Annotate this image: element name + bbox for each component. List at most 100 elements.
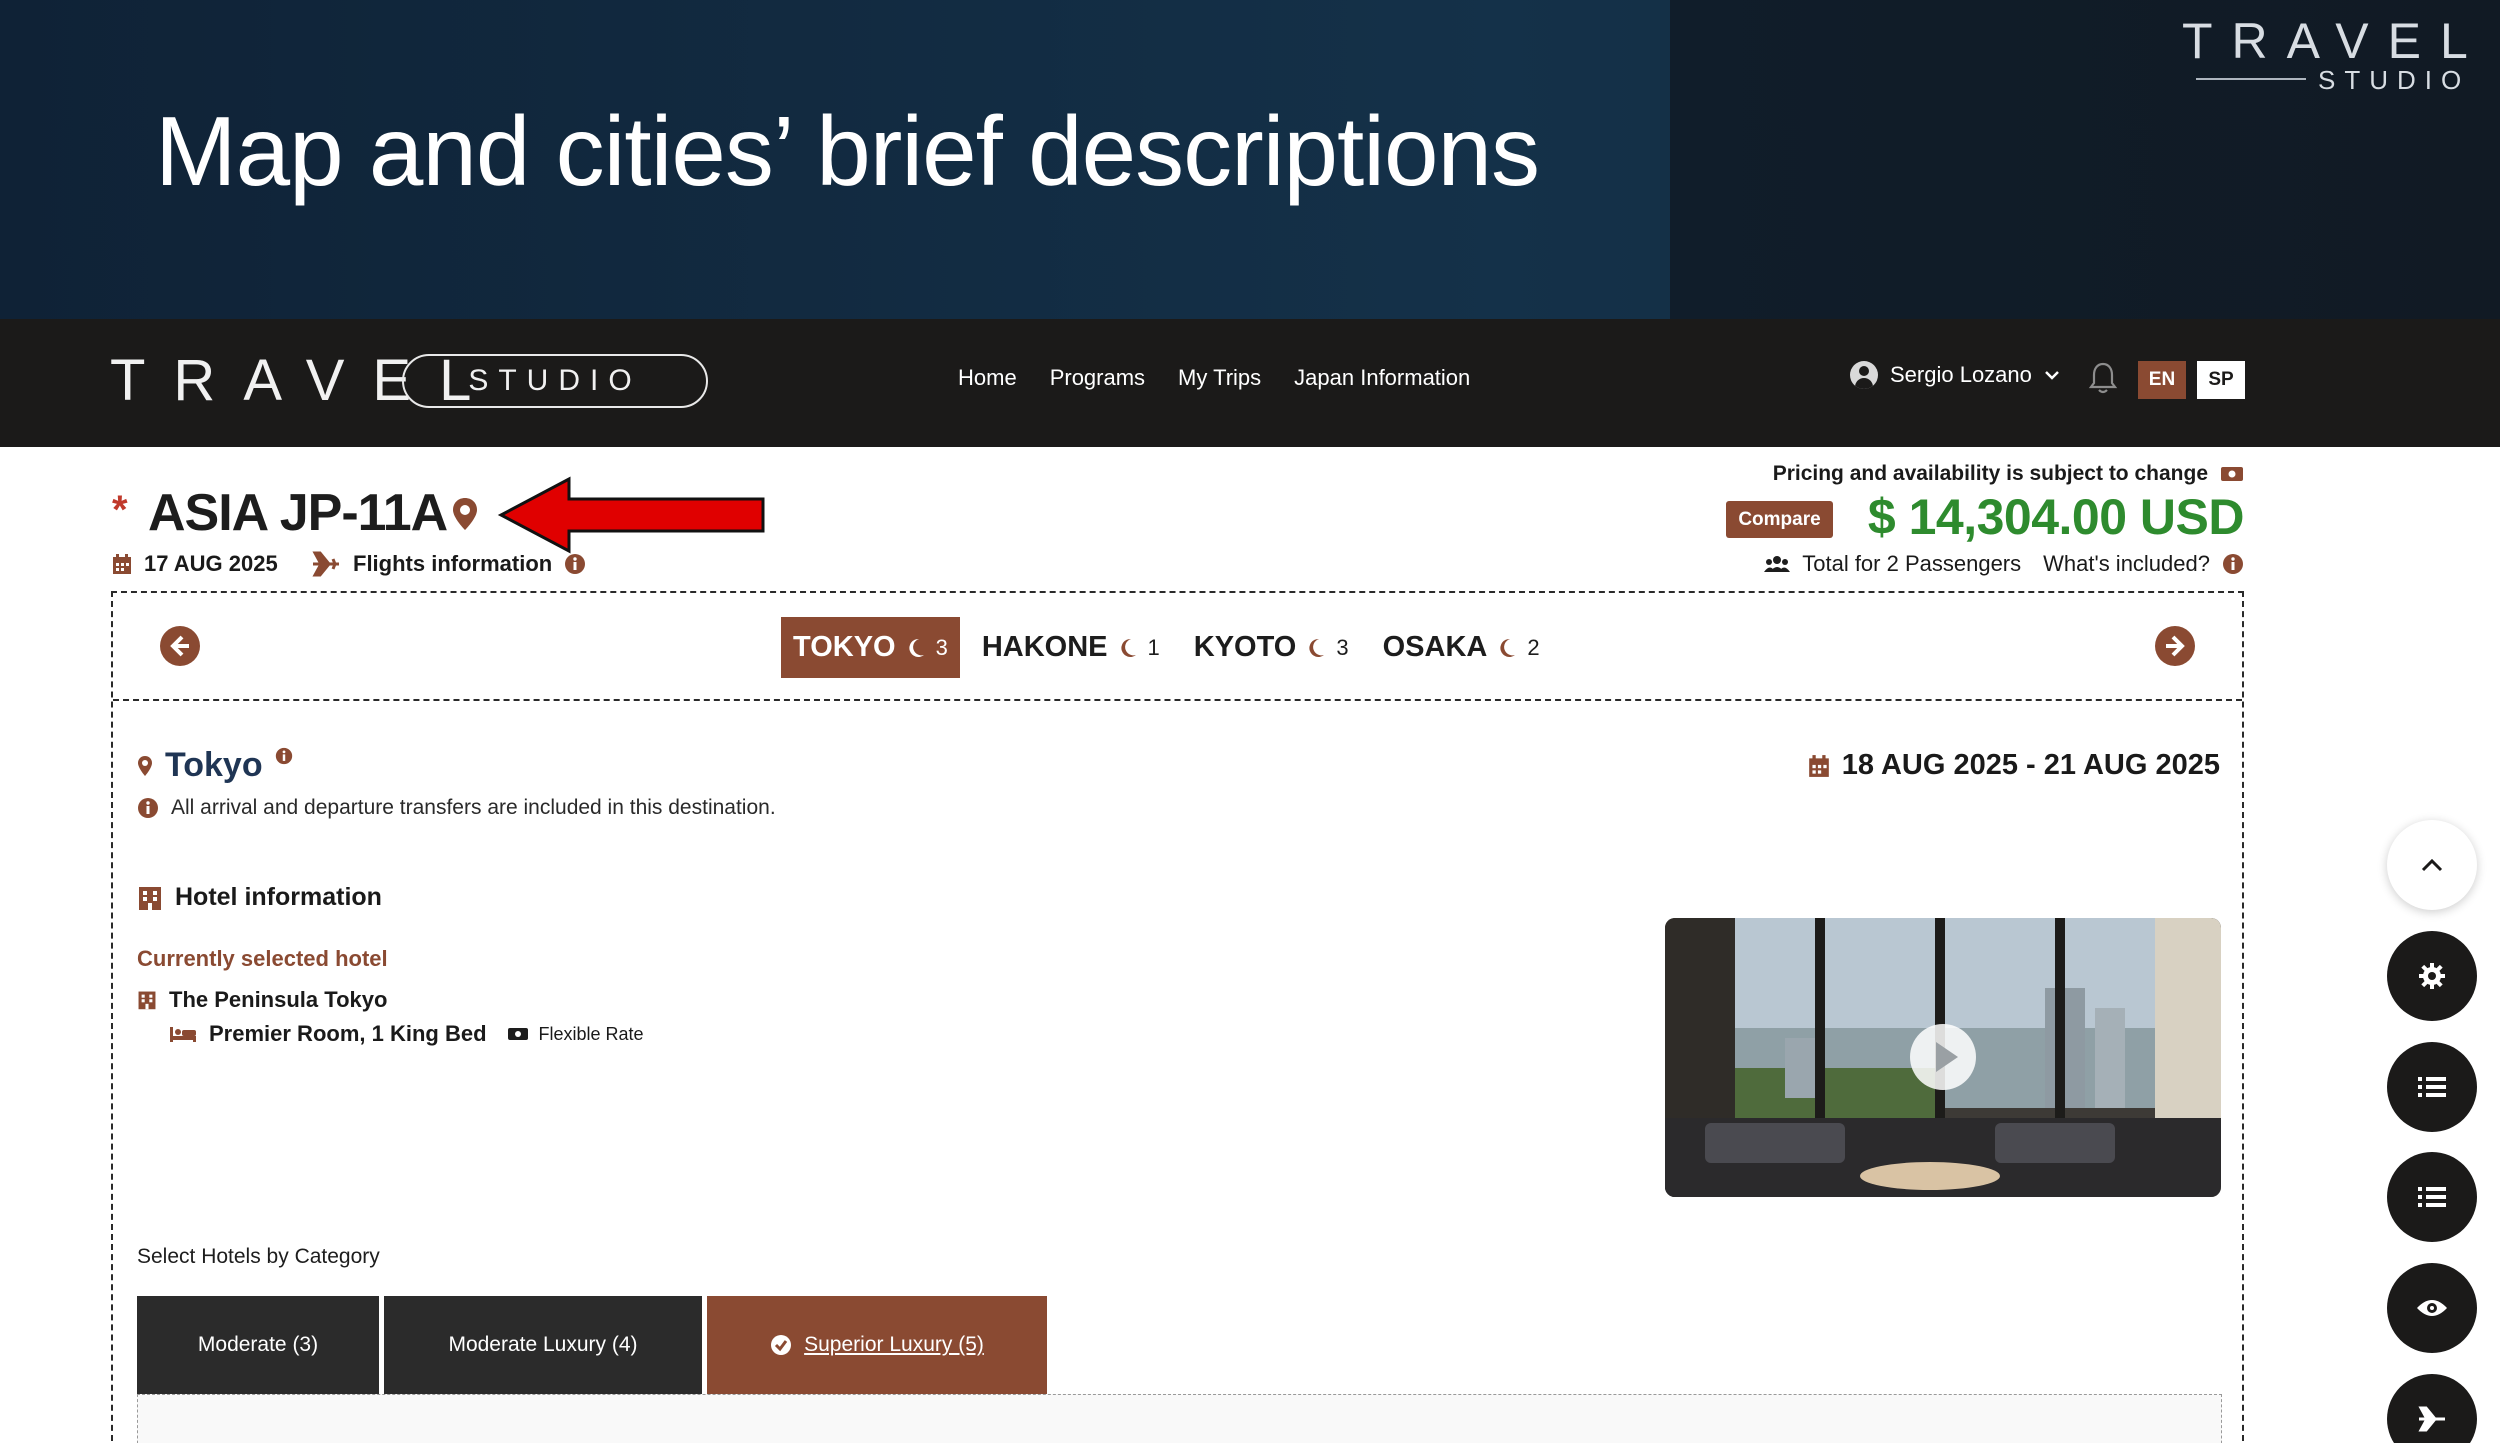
destination-tab-name: HAKONE: [981, 631, 1108, 663]
pricing-note: Pricing and availability is subject to c…: [1773, 462, 2244, 486]
hotel-name-row: The Peninsula Tokyo: [137, 987, 387, 1013]
destination-tabs-row: TOKYO 3 HAKONE 1 KYOTO 3 OSAKA 2: [113, 593, 2242, 701]
pricing-note-text: Pricing and availability is subject to c…: [1772, 462, 2208, 485]
rate-text: Flexible Rate: [538, 1023, 644, 1044]
lang-sp-button[interactable]: SP: [2197, 361, 2245, 399]
next-destination-button[interactable]: [2155, 626, 2195, 666]
category-tab-superior-luxury[interactable]: Superior Luxury (5): [707, 1296, 1047, 1394]
transfer-note-text: All arrival and departure transfers are …: [171, 796, 776, 819]
destination-tab-kyoto[interactable]: KYOTO 3: [1182, 617, 1361, 678]
date-range-text: 18 AUG 2025 - 21 AUG 2025: [1841, 749, 2220, 781]
flights-information-link[interactable]: Flights information: [311, 551, 586, 577]
details-list-button[interactable]: [2387, 1152, 2477, 1242]
moon-icon: [1309, 638, 1325, 657]
hotel-name: The Peninsula Tokyo: [169, 987, 388, 1012]
ticket-icon: [507, 1028, 528, 1040]
nav-link-my-trips[interactable]: My Trips: [1178, 365, 1261, 391]
compare-button[interactable]: Compare: [1726, 501, 1833, 538]
prev-destination-button[interactable]: [160, 626, 200, 666]
preview-button[interactable]: [2387, 1263, 2477, 1353]
trip-date-text: 17 AUG 2025: [144, 551, 278, 576]
passengers-text: Total for 2 Passengers: [1802, 551, 2022, 576]
destination-tab-osaka[interactable]: OSAKA 2: [1371, 617, 1552, 678]
category-label: Superior Luxury (5): [804, 1333, 984, 1356]
nav-link-japan-information[interactable]: Japan Information: [1294, 365, 1470, 391]
whats-included-link[interactable]: What's included?: [2043, 551, 2210, 577]
flights-label: Flights information: [353, 551, 553, 576]
category-tab-moderate-luxury[interactable]: Moderate Luxury (4): [384, 1296, 702, 1394]
users-icon: [1764, 556, 1791, 572]
hotel-icon: [139, 886, 161, 910]
destination-tab-name: OSAKA: [1382, 631, 1488, 663]
settings-button[interactable]: [2387, 931, 2477, 1021]
scroll-top-button[interactable]: [2387, 820, 2477, 910]
info-icon: [138, 798, 158, 818]
hotel-video-thumbnail[interactable]: [1665, 918, 2221, 1197]
bed-icon: [170, 1027, 196, 1042]
city-name: Tokyo: [165, 746, 263, 784]
destination-tab-tokyo[interactable]: TOKYO 3: [781, 617, 960, 678]
hotel-icon: [138, 991, 156, 1010]
calendar-icon: [113, 554, 131, 574]
nav-link-programs[interactable]: Programs: [1050, 365, 1145, 391]
trip-code: ASIA JP-11A: [148, 484, 448, 542]
room-row: Premier Room, 1 King Bed Flexible Rate: [169, 1021, 644, 1047]
banner-brand-word: TRAVEL: [2182, 13, 2487, 69]
arrow-left-icon: [170, 635, 189, 657]
destination-nights: 2: [1527, 634, 1540, 660]
bell-icon[interactable]: [2088, 361, 2118, 395]
top-navbar: TRAVEL STUDIO Home Programs My Trips Jap…: [0, 319, 2500, 447]
destination-date-range: 18 AUG 2025 - 21 AUG 2025: [1808, 749, 2220, 782]
logo-badge: STUDIO: [402, 354, 708, 408]
category-hotels-panel: [137, 1394, 2222, 1443]
gear-icon: [2419, 963, 2445, 989]
destination-tab-hakone[interactable]: HAKONE 1: [970, 617, 1172, 678]
category-label: Moderate (3): [197, 1333, 319, 1356]
info-icon[interactable]: [564, 553, 586, 575]
hotel-category-tabs: Moderate (3) Moderate Luxury (4) Superio…: [137, 1296, 1047, 1394]
banner-brand-sub: STUDIO: [2318, 65, 2471, 95]
slide-banner: Map and cities’ brief descriptions TRAVE…: [0, 0, 2500, 319]
nav-link-home[interactable]: Home: [958, 365, 1017, 391]
chevron-up-icon: [2421, 858, 2443, 872]
red-arrow-annotation: [497, 476, 765, 554]
site-logo[interactable]: TRAVEL STUDIO: [110, 351, 708, 411]
trip-price: $ 14,304.00 USD: [1867, 489, 2245, 545]
flights-button[interactable]: [2387, 1374, 2477, 1443]
passengers-row: Total for 2 Passengers What's included?: [1764, 551, 2244, 577]
play-video-button[interactable]: [1910, 1024, 1976, 1090]
calendar-icon: [1808, 754, 1829, 777]
category-label: Moderate Luxury (4): [448, 1333, 638, 1356]
itinerary-list-button[interactable]: [2387, 1042, 2477, 1132]
plane-icon: [312, 551, 339, 577]
destination-nights: 3: [1336, 634, 1349, 660]
select-category-label: Select Hotels by Category: [137, 1245, 380, 1268]
banner-brand-line: [2196, 78, 2306, 80]
user-icon: [1850, 361, 1878, 389]
arrow-right-icon: [2166, 635, 2185, 657]
current-hotel-label: Currently selected hotel: [137, 946, 388, 971]
lang-en-button[interactable]: EN: [2138, 361, 2186, 399]
money-icon: [2221, 467, 2243, 481]
category-tab-moderate[interactable]: Moderate (3): [137, 1296, 379, 1394]
destination-tab-name: KYOTO: [1193, 631, 1297, 663]
map-pin-icon[interactable]: [451, 496, 479, 532]
room-name: Premier Room, 1 King Bed: [209, 1021, 487, 1046]
list-icon: [2418, 1187, 2446, 1207]
info-icon[interactable]: [275, 747, 293, 765]
trip-start-date: 17 AUG 2025: [112, 551, 278, 577]
hotel-information-text: Hotel information: [175, 883, 382, 911]
destination-nights: 1: [1147, 634, 1160, 660]
list-icon: [2418, 1077, 2446, 1097]
check-circle-icon: [771, 1335, 792, 1355]
moon-icon: [908, 638, 924, 657]
info-icon[interactable]: [2222, 553, 2244, 575]
user-menu[interactable]: Sergio Lozano: [1850, 361, 2060, 389]
chevron-down-icon: [2045, 371, 2059, 380]
pin-icon: [138, 755, 152, 776]
user-name: Sergio Lozano: [1890, 362, 2032, 387]
destination-panel: TOKYO 3 HAKONE 1 KYOTO 3 OSAKA 2 Tokyo A…: [111, 591, 2244, 1443]
destination-tabs: TOKYO 3 HAKONE 1 KYOTO 3 OSAKA 2: [781, 617, 1562, 678]
slide-title: Map and cities’ brief descriptions: [155, 96, 1540, 206]
rate-badge: Flexible Rate: [507, 1024, 644, 1045]
